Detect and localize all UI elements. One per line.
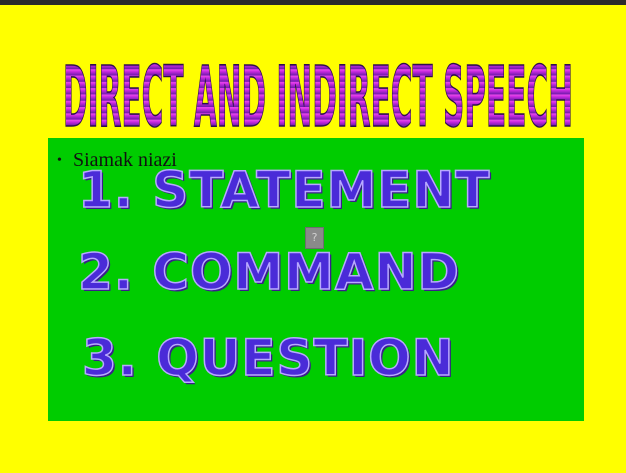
list-item-command: 2. COMMAND	[77, 243, 460, 301]
slide-title-text: DIRECT AND INDIRECT SPEECH	[63, 49, 573, 134]
bullet-dot: •	[57, 153, 62, 168]
slide-title: DIRECT AND INDIRECT SPEECH	[58, 44, 578, 134]
content-placeholder-box: • Siamak niazi ? 1. STATEMENT 2. COMMAND …	[48, 138, 584, 421]
list-item-question: 3. QUESTION	[81, 329, 455, 387]
slide-title-wordart: DIRECT AND INDIRECT SPEECH	[62, 48, 574, 134]
window-top-bar	[0, 0, 626, 5]
list-item-statement: 1. STATEMENT	[77, 161, 491, 219]
